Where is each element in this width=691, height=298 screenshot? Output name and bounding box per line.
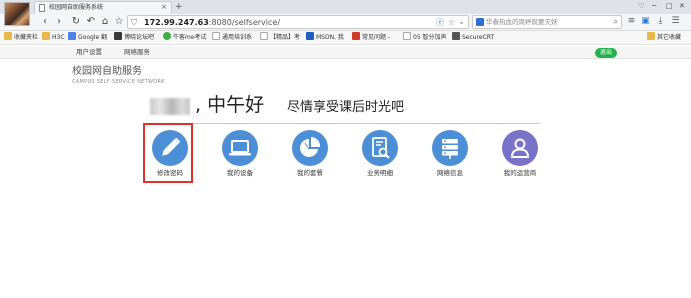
bookmark-item[interactable]: 其它收藏 — [647, 32, 681, 44]
favorite-star-icon[interactable]: ☆ — [112, 15, 126, 29]
close-tab-icon[interactable]: × — [161, 3, 167, 12]
maximize-icon[interactable]: □ — [666, 1, 673, 11]
service-label: 业务明细 — [367, 169, 393, 177]
folder-icon — [647, 32, 655, 40]
bookmark-label: 收藏夹栏 — [14, 34, 39, 41]
service-label: 我的套餐 — [297, 169, 323, 177]
site-title: 校园网自助服务 — [72, 66, 142, 77]
service-my-devices[interactable]: 我的设备 — [210, 130, 270, 182]
pie-chart-icon — [292, 130, 328, 166]
bookmark-label: 通用培训系 — [222, 34, 253, 41]
bookmark-label: 【精品】考 — [270, 34, 301, 41]
engine-switch-icon[interactable]: ⓔ — [436, 17, 444, 28]
search-placeholder: 华春热血的周婷就要灭妖 — [486, 18, 558, 26]
bookmark-star-icon[interactable]: ☆ — [448, 17, 455, 28]
service-label: 我的设备 — [227, 169, 253, 177]
url-text: 172.99.247.63:8080/selfservice/ — [144, 18, 281, 27]
minimize-icon[interactable]: ─ — [652, 1, 656, 11]
skin-icon[interactable]: ♡ — [638, 1, 644, 11]
more-menu-icon[interactable]: ☰ — [670, 16, 681, 27]
browser-tab[interactable]: 校园网自助服务系统 × — [34, 1, 172, 14]
search-engine-icon — [476, 18, 484, 26]
bookmark-item[interactable]: 博晓论坛吧 — [114, 32, 154, 44]
bookmark-item[interactable]: H3C — [42, 32, 65, 44]
bookmark-item[interactable]: MSDN, 我 — [306, 32, 344, 44]
close-window-icon[interactable]: ✕ — [679, 1, 685, 11]
page-icon — [212, 32, 220, 40]
reload-icon[interactable]: ↻ — [69, 15, 83, 29]
bookmark-item[interactable]: Google 翻 — [68, 32, 107, 44]
bookmark-label: 牛客me考试 — [173, 34, 207, 41]
bookmark-item[interactable]: 05 智分加声 — [403, 32, 447, 44]
terminal-icon — [452, 32, 460, 40]
page-icon — [260, 32, 268, 40]
service-business-details[interactable]: 业务明细 — [350, 130, 410, 182]
help-icon — [352, 32, 360, 40]
bookmark-label: 常见问题 - — [362, 34, 391, 41]
bookmark-label: SecureCRT — [462, 34, 495, 41]
security-shield-icon: ⛉ — [131, 18, 137, 27]
check-icon — [163, 32, 171, 40]
site-top-bar — [0, 46, 691, 59]
home-icon[interactable]: ⌂ — [98, 15, 112, 29]
server-icon — [432, 130, 468, 166]
bookmark-label: 05 智分加声 — [413, 34, 447, 41]
bookmark-item[interactable]: 【精品】考 — [260, 32, 300, 44]
google-icon — [68, 32, 76, 40]
service-my-package[interactable]: 我的套餐 — [280, 130, 340, 182]
new-tab-icon[interactable]: + — [175, 2, 183, 12]
user-icon — [502, 130, 538, 166]
nav-user-settings[interactable]: 用户设置 — [76, 48, 102, 57]
forum-icon — [114, 32, 122, 40]
service-my-operator[interactable]: 我的运营商 — [490, 130, 550, 182]
service-label: 我的运营商 — [503, 169, 537, 177]
folder-icon — [4, 32, 12, 40]
address-bar[interactable]: ⛉ 172.99.247.63:8080/selfservice/ ⓔ ☆ ⌄ — [127, 15, 469, 29]
browser-user-avatar[interactable] — [4, 2, 30, 26]
document-search-icon — [362, 130, 398, 166]
page-icon — [403, 32, 411, 40]
header-divider — [150, 123, 540, 124]
redacted-username — [150, 98, 190, 115]
service-label: 网络信息 — [437, 169, 463, 177]
forward-icon[interactable]: › — [52, 15, 66, 29]
download-icon[interactable]: ⤓ — [655, 16, 666, 27]
highlight-box — [143, 123, 193, 183]
page-icon — [39, 4, 45, 12]
bookmark-item[interactable]: 牛客me考试 — [163, 32, 207, 44]
greeting-text: , 中午好 — [195, 94, 265, 116]
search-icon[interactable]: ⌕ — [614, 16, 618, 28]
bookmark-item[interactable]: 收藏夹栏 — [4, 32, 38, 44]
bookmark-item[interactable]: 通用培训系 — [212, 32, 252, 44]
bookmark-label: 其它收藏 — [657, 34, 682, 41]
bookmark-item[interactable]: SecureCRT — [452, 32, 494, 44]
service-network-info[interactable]: 网络信息 — [420, 130, 480, 182]
nav-net-service[interactable]: 网络服务 — [124, 48, 150, 57]
folder-icon — [42, 32, 50, 40]
greeting-tagline: 尽情享受课后时光吧 — [287, 100, 405, 115]
browser-tab-title: 校园网自助服务系统 — [49, 4, 104, 11]
msdn-icon — [306, 32, 314, 40]
bookmark-label: Google 翻 — [78, 34, 108, 41]
bookmark-label: MSDN, 我 — [316, 34, 344, 41]
extension-icon[interactable]: ▣ — [640, 16, 651, 27]
menu-icon[interactable]: ≡ — [626, 16, 637, 27]
site-subtitle: CAMPUS SELF-SERVICE NETWORK — [72, 79, 165, 85]
bookmark-item[interactable]: 常见问题 - — [352, 32, 390, 44]
bookmark-label: H3C — [52, 34, 65, 41]
dropdown-icon[interactable]: ⌄ — [458, 16, 465, 28]
search-box[interactable]: 华春热血的周婷就要灭妖 ⌕ — [472, 15, 622, 29]
laptop-icon — [222, 130, 258, 166]
undo-icon[interactable]: ↶ — [84, 15, 98, 29]
logout-button[interactable]: 退出 — [595, 48, 617, 58]
bookmark-label: 博晓论坛吧 — [124, 34, 155, 41]
back-icon[interactable]: ‹ — [38, 15, 52, 29]
